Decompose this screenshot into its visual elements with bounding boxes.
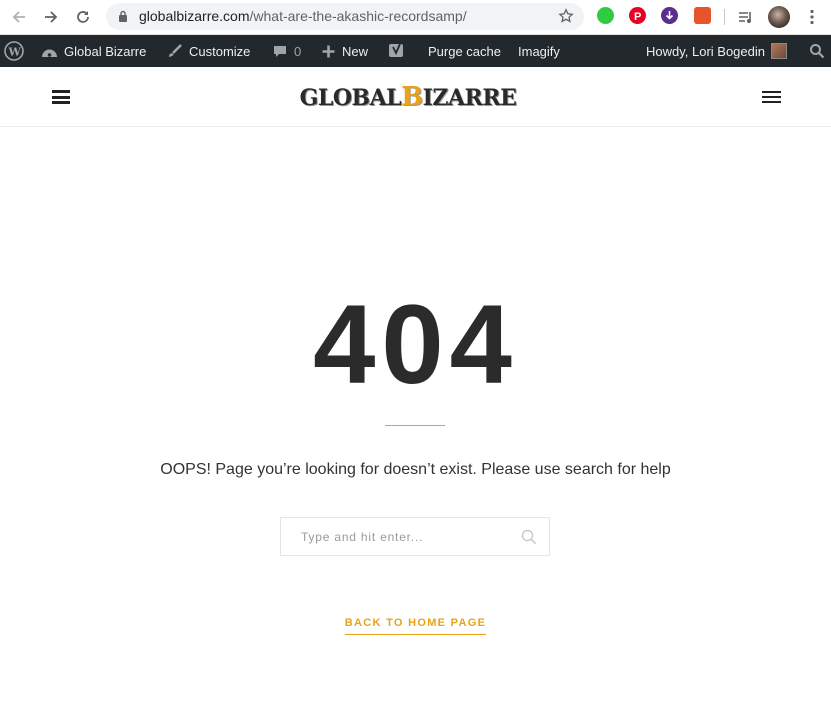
- imagify-menu[interactable]: Imagify: [518, 35, 560, 67]
- extension-green-icon[interactable]: [597, 7, 614, 24]
- pinterest-icon[interactable]: P: [629, 7, 646, 24]
- comments-menu[interactable]: 0: [272, 35, 301, 67]
- more-vert-icon[interactable]: [800, 6, 824, 28]
- dashboard-icon: [42, 49, 57, 57]
- admin-search-icon[interactable]: [809, 35, 825, 67]
- hamburger-menu-icon[interactable]: [52, 90, 70, 104]
- lock-icon: [118, 10, 128, 28]
- account-menu[interactable]: Howdy, Lori Bogedin: [646, 35, 787, 67]
- new-label: New: [342, 43, 369, 59]
- browser-toolbar: globalbizarre.com/what-are-the-akashic-r…: [0, 0, 831, 35]
- user-avatar: [771, 43, 787, 59]
- reload-icon[interactable]: [71, 6, 95, 28]
- svg-text:W: W: [8, 46, 22, 59]
- new-content-menu[interactable]: New: [321, 35, 368, 67]
- back-arrow-icon[interactable]: [7, 6, 31, 28]
- site-logo[interactable]: GlobalBizarre: [300, 82, 517, 112]
- toolbar-separator: [724, 9, 725, 25]
- logo-accent: B: [401, 82, 423, 112]
- address-bar[interactable]: globalbizarre.com/what-are-the-akashic-r…: [106, 3, 584, 30]
- customize-label: Customize: [189, 43, 251, 59]
- search-icon[interactable]: [521, 529, 537, 545]
- imagify-label: Imagify: [518, 43, 560, 59]
- logo-part-1: Global: [299, 85, 402, 111]
- star-icon[interactable]: [558, 8, 574, 29]
- plus-icon: [322, 45, 335, 57]
- howdy-label: Howdy, Lori Bogedin: [646, 43, 765, 59]
- site-name-menu[interactable]: Global Bizarre: [41, 35, 146, 67]
- comment-bubble-icon: [274, 45, 286, 57]
- extension-orange-icon[interactable]: [694, 7, 711, 24]
- brush-icon: [169, 44, 182, 57]
- search-form: [280, 517, 550, 556]
- sidebar-menu-icon[interactable]: [762, 91, 781, 103]
- yoast-icon[interactable]: [388, 35, 406, 67]
- accent-divider: [385, 425, 445, 426]
- search-input[interactable]: [281, 518, 511, 555]
- wordpress-logo-icon[interactable]: W: [4, 35, 24, 67]
- media-control-icon[interactable]: [734, 6, 758, 28]
- forward-arrow-icon[interactable]: [39, 6, 63, 28]
- back-home-container: BACK TO HOME PAGE: [0, 613, 831, 635]
- customize-menu[interactable]: Customize: [167, 35, 250, 67]
- download-icon[interactable]: [661, 7, 678, 24]
- logo-part-2: izarre: [422, 85, 517, 111]
- comments-count: 0: [294, 43, 302, 59]
- profile-avatar[interactable]: [768, 6, 790, 28]
- error-code: 404: [313, 282, 518, 407]
- site-name-label: Global Bizarre: [64, 43, 147, 59]
- url-text: globalbizarre.com/what-are-the-akashic-r…: [139, 8, 467, 24]
- site-header: GlobalBizarre: [0, 67, 831, 127]
- svg-text:P: P: [634, 11, 641, 23]
- back-home-link[interactable]: BACK TO HOME PAGE: [344, 617, 487, 635]
- error-message: OOPS! Page you’re looking for doesn’t ex…: [160, 461, 671, 478]
- purge-cache-menu[interactable]: Purge cache: [428, 35, 501, 67]
- wp-admin-bar: W Global Bizarre Customize 0 New Purge c…: [0, 35, 831, 67]
- purge-cache-label: Purge cache: [428, 43, 501, 59]
